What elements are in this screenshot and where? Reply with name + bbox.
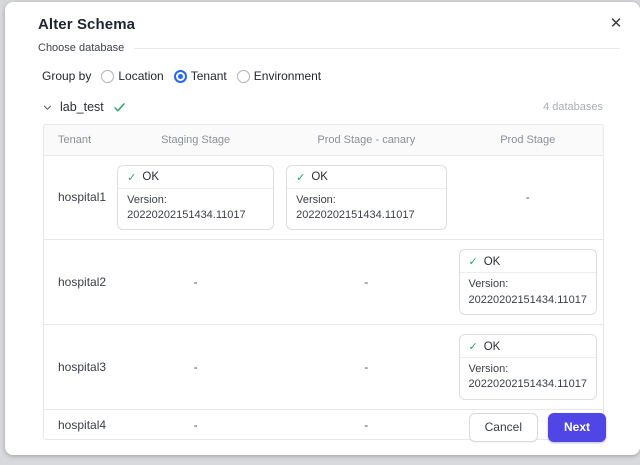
status-card-body: Version:20220202151434.11017	[287, 189, 445, 230]
version-value: 20220202151434.11017	[127, 208, 264, 223]
status-text: OK	[142, 171, 159, 183]
tenant-name: hospital4	[44, 409, 111, 439]
status-card-header: ✓ OK	[460, 335, 597, 358]
empty-stage-cell: -	[111, 325, 280, 410]
version-label: Version:	[469, 277, 588, 292]
stage-cell: ✓ OK Version:20220202151434.11017	[111, 155, 280, 240]
version-label: Version:	[469, 362, 588, 377]
column-header: Staging Stage	[111, 125, 280, 155]
status-text: OK	[311, 171, 328, 183]
stage-cell: ✓ OK Version:20220202151434.11017	[280, 155, 452, 240]
status-card[interactable]: ✓ OK Version:20220202151434.11017	[117, 165, 274, 231]
tenant-name: hospital2	[44, 240, 111, 325]
empty-stage-cell: -	[280, 409, 452, 439]
radio-icon[interactable]	[101, 70, 114, 83]
radio-label: Tenant	[191, 69, 227, 83]
table-row: hospital3--✓OKVersion:20220202151434.110…	[44, 325, 603, 410]
close-button[interactable]: ✕	[604, 12, 628, 36]
check-icon	[113, 101, 126, 114]
stage-cell: ✓ OK Version:20220202151434.11017	[453, 325, 604, 410]
table-header-row: TenantStaging StageProd Stage - canaryPr…	[44, 125, 603, 155]
status-text: OK	[484, 341, 501, 353]
empty-stage-cell: -	[111, 409, 280, 439]
close-icon: ✕	[610, 15, 623, 32]
status-card-header: ✓ OK	[118, 166, 273, 189]
radio-option-environment[interactable]: Environment	[237, 69, 321, 83]
status-card[interactable]: ✓ OK Version:20220202151434.11017	[286, 165, 446, 231]
empty-stage-cell: -	[280, 325, 452, 410]
column-header: Tenant	[44, 125, 111, 155]
next-button[interactable]: Next	[548, 413, 606, 442]
group-by-radio-group: Location Tenant Environment	[101, 69, 321, 83]
subtitle-divider	[134, 48, 620, 49]
check-icon: ✓	[469, 255, 478, 268]
cancel-button[interactable]: Cancel	[469, 413, 538, 442]
stage-cell: ✓ OK Version:20220202151434.11017	[453, 240, 604, 325]
subtitle-row: Choose database	[38, 42, 620, 54]
status-card-body: Version:20220202151434.11017	[460, 273, 597, 314]
table-row: hospital2--✓OKVersion:20220202151434.110…	[44, 240, 603, 325]
tenant-name: hospital3	[44, 325, 111, 410]
radio-label: Environment	[254, 69, 321, 83]
table-row: hospital1✓OKVersion:20220202151434.11017…	[44, 155, 603, 240]
radio-icon[interactable]	[237, 70, 250, 83]
version-value: 20220202151434.11017	[296, 208, 436, 223]
database-count-label: 4 databases	[543, 101, 603, 113]
modal-footer: Cancel Next	[469, 413, 606, 442]
status-card-header: ✓ OK	[287, 166, 445, 189]
version-value: 20220202151434.11017	[469, 293, 588, 308]
radio-option-tenant[interactable]: Tenant	[174, 69, 227, 83]
column-header: Prod Stage - canary	[280, 125, 452, 155]
radio-icon[interactable]	[174, 70, 187, 83]
status-card-body: Version:20220202151434.11017	[118, 189, 273, 230]
check-icon: ✓	[296, 171, 305, 184]
version-label: Version:	[296, 193, 436, 208]
status-card-body: Version:20220202151434.11017	[460, 358, 597, 399]
check-icon: ✓	[469, 340, 478, 353]
empty-stage-cell: -	[280, 240, 452, 325]
radio-option-location[interactable]: Location	[101, 69, 163, 83]
radio-label: Location	[118, 69, 163, 83]
check-icon: ✓	[127, 171, 136, 184]
database-group-name[interactable]: lab_test	[60, 100, 104, 114]
empty-stage-cell: -	[453, 155, 604, 240]
alter-schema-modal: Alter Schema ✕ Choose database Group by …	[5, 2, 640, 455]
chevron-down-icon[interactable]	[42, 102, 53, 113]
group-by-label: Group by	[42, 69, 91, 83]
status-card-header: ✓ OK	[460, 250, 597, 273]
status-card[interactable]: ✓ OK Version:20220202151434.11017	[459, 334, 598, 400]
modal-title: Alter Schema	[38, 16, 620, 33]
modal-header: Alter Schema ✕	[5, 2, 640, 33]
status-text: OK	[484, 256, 501, 268]
empty-stage-cell: -	[111, 240, 280, 325]
databases-table: TenantStaging StageProd Stage - canaryPr…	[43, 124, 604, 440]
status-card[interactable]: ✓ OK Version:20220202151434.11017	[459, 249, 598, 315]
column-header: Prod Stage	[453, 125, 604, 155]
version-label: Version:	[127, 193, 264, 208]
version-value: 20220202151434.11017	[469, 377, 588, 392]
modal-subtitle: Choose database	[38, 42, 124, 54]
database-group-row: lab_test 4 databases	[42, 100, 603, 114]
group-by-row: Group by Location Tenant Environment	[42, 69, 640, 83]
tenant-name: hospital1	[44, 155, 111, 240]
